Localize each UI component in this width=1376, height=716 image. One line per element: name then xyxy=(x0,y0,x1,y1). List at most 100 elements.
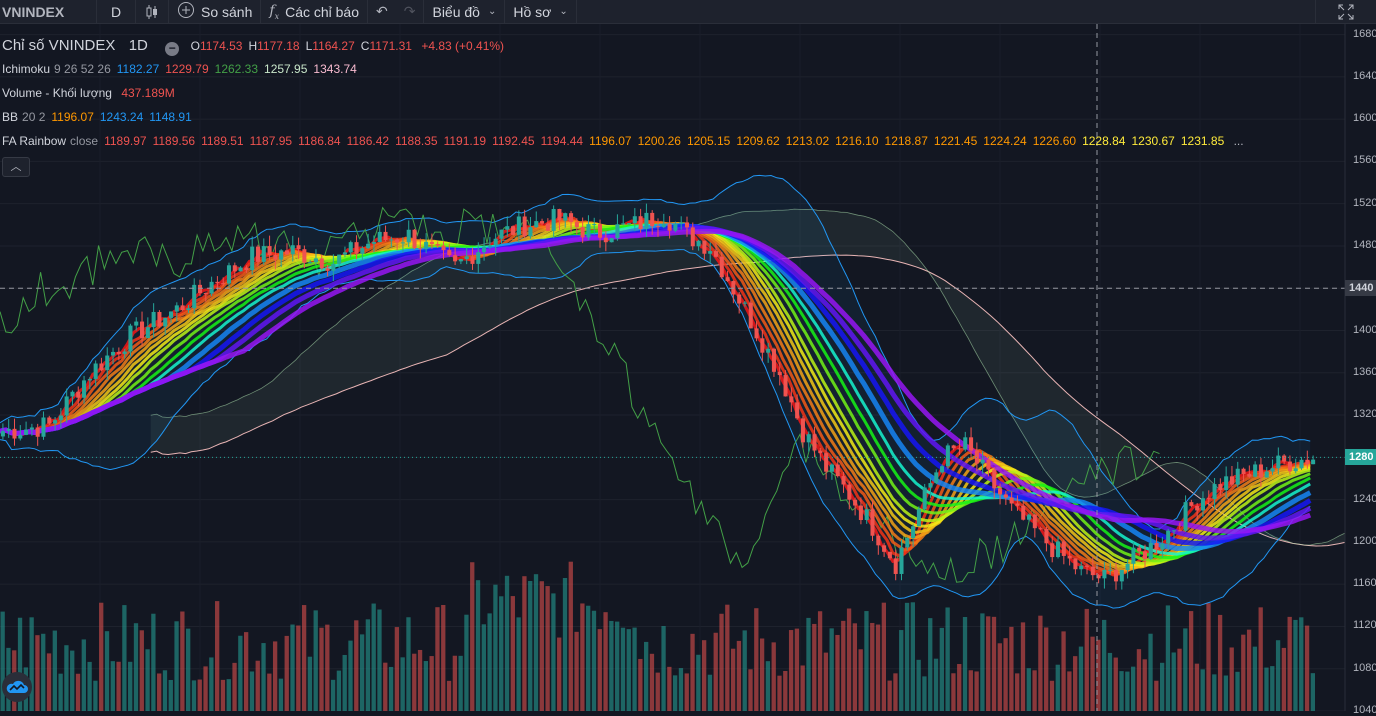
candle-body xyxy=(424,241,429,250)
volume-bar xyxy=(46,653,52,711)
rainbow-value: 1230.67 xyxy=(1131,134,1175,148)
ohlc-value-c: 1171.31 xyxy=(369,39,412,53)
volume-bar xyxy=(1130,666,1136,711)
candle-body xyxy=(992,469,997,489)
volume-bar xyxy=(1084,608,1089,711)
volume-bar xyxy=(464,614,469,711)
volume-bar xyxy=(278,678,284,711)
volume-bar xyxy=(133,623,139,711)
volume-bar xyxy=(719,613,724,711)
volume-bar xyxy=(986,616,991,711)
chart-style-button[interactable] xyxy=(136,0,169,24)
candle-body xyxy=(1061,541,1066,556)
volume-bar xyxy=(858,649,863,711)
symbol-search-button[interactable]: VNINDEX xyxy=(0,0,97,24)
candle-body xyxy=(986,459,991,470)
candle-body xyxy=(203,293,208,295)
candle-body xyxy=(1282,455,1287,462)
candle-body xyxy=(1050,543,1055,558)
candle-body xyxy=(638,216,643,229)
candle-body xyxy=(476,252,481,264)
candle-body xyxy=(99,363,104,371)
candle-body xyxy=(702,240,707,254)
candle-body xyxy=(592,224,597,226)
candle-body xyxy=(180,305,185,311)
fullscreen-button[interactable] xyxy=(1315,0,1376,24)
chart-menu-button[interactable]: Biểu đồ ⌄ xyxy=(424,0,506,24)
volume-bar xyxy=(638,658,643,711)
volume-bar xyxy=(823,652,829,711)
undo-icon: ↶ xyxy=(376,3,388,19)
candle-body xyxy=(435,243,440,246)
bb-values: 1196.07 1243.24 1148.91 xyxy=(45,110,191,124)
undo-button[interactable]: ↶ xyxy=(368,0,396,24)
volume-bar xyxy=(116,661,121,711)
candle-body xyxy=(1148,543,1153,560)
candle-body xyxy=(1131,547,1136,564)
candle-body xyxy=(1160,543,1165,550)
price-axis-label: 1080 xyxy=(1353,661,1376,674)
volume-bar xyxy=(800,665,805,711)
profile-menu-button[interactable]: Hồ sơ ⌄ xyxy=(505,0,577,24)
ichimoku-value: 1257.95 xyxy=(264,62,308,76)
price-axis-label: 1120 xyxy=(1353,619,1376,632)
ohlc-label-h: H xyxy=(248,39,258,53)
compare-button[interactable]: So sánh xyxy=(169,0,262,24)
rainbow-params: close xyxy=(70,134,99,148)
volume-bar xyxy=(1310,673,1316,711)
candle-body xyxy=(255,246,261,262)
volume-bar xyxy=(516,617,521,711)
candle-body xyxy=(1195,505,1200,511)
volume-bar xyxy=(354,620,359,711)
volume-bar xyxy=(591,610,597,711)
volume-bar xyxy=(243,632,249,711)
candle-body xyxy=(795,402,800,419)
redo-button[interactable]: ↷ xyxy=(396,0,425,24)
candle-body xyxy=(308,262,313,264)
interval-button[interactable]: D xyxy=(97,0,136,24)
candle-body xyxy=(1090,566,1095,576)
collapse-legend-button[interactable]: ︿ xyxy=(2,157,30,177)
candle-body xyxy=(940,466,945,473)
chart-menu-label: Biểu đồ xyxy=(432,3,480,20)
volume-bar xyxy=(812,623,817,711)
candle-body xyxy=(493,238,498,246)
volume-bar xyxy=(1194,663,1200,711)
candle-body xyxy=(232,265,237,272)
hide-series-icon[interactable]: − xyxy=(165,42,180,56)
candle-body xyxy=(603,237,608,243)
volume-bar xyxy=(1246,629,1252,711)
volume-bar xyxy=(661,626,666,711)
ichimoku-name: Ichimoku xyxy=(2,62,51,76)
candle-body xyxy=(348,242,353,253)
volume-bar xyxy=(417,649,423,711)
ichimoku-values: 1182.27 1229.79 1262.33 1257.95 1343.74 xyxy=(111,62,357,76)
rainbow-legend[interactable]: FA Rainbow close 1189.97 1189.56 1189.51 1187… xyxy=(2,134,1244,148)
volume-bar xyxy=(1078,646,1084,711)
volume-bar xyxy=(881,602,887,711)
volume-bar xyxy=(1206,603,1211,711)
candle-body xyxy=(1235,468,1240,485)
bb-legend[interactable]: BB 20 2 1196.07 1243.24 1148.91 xyxy=(2,110,192,124)
rainbow-value: 1188.35 xyxy=(395,134,438,148)
volume-legend[interactable]: Volume - Khối lượng 437.189M xyxy=(2,86,175,100)
indicators-button[interactable]: fx Các chỉ báo xyxy=(261,0,369,24)
volume-bar xyxy=(1241,634,1246,711)
tradingview-logo[interactable] xyxy=(2,672,32,702)
candle-body xyxy=(12,428,17,439)
volume-bar xyxy=(817,611,823,711)
volume-bar xyxy=(1229,647,1234,711)
ichimoku-value: 1343.74 xyxy=(313,62,357,76)
candle-body xyxy=(905,538,910,548)
rainbow-value: 1194.44 xyxy=(540,134,584,148)
candle-body xyxy=(87,378,92,381)
main-series-legend[interactable]: Chỉ số VNINDEX 1D − O1174.53 H1177.18 L116… xyxy=(2,37,504,56)
volume-bar xyxy=(1299,617,1304,711)
price-chart[interactable] xyxy=(0,24,1376,711)
ichimoku-legend[interactable]: Ichimoku 9 26 52 26 1182.27 1229.79 1262.33 1… xyxy=(2,62,357,76)
volume-bar xyxy=(673,675,678,711)
volume-bar xyxy=(441,605,446,711)
candle-body xyxy=(835,464,840,477)
volume-bar xyxy=(1125,671,1130,711)
volume-bar xyxy=(1067,671,1072,711)
